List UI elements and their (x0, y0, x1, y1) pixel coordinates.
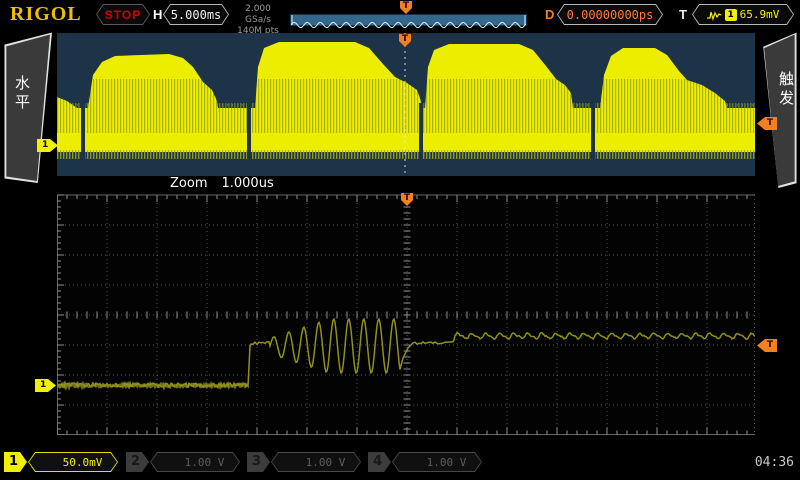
clock: 04:36 (748, 455, 794, 470)
trigger-source-badge: 1 (725, 9, 737, 21)
main-waveform-display: T (57, 33, 755, 176)
horizontal-position-scrollbar[interactable] (290, 14, 527, 26)
oscilloscope-screen: { "brand": "RIGOL", "top_bar": { "status… (0, 0, 800, 480)
channel1-scale-box[interactable]: 50.0mV (28, 452, 118, 472)
tab-trigger-label: 触发 (776, 71, 797, 109)
channel3-scale-box[interactable]: 1.00 V (271, 452, 361, 472)
channel2-badge[interactable]: 2 (126, 452, 149, 472)
run-status-text: STOP (96, 4, 150, 25)
top-status-bar: RIGOL STOP H 5.000ms 2.000 GSa/s 140M pt… (0, 0, 800, 30)
rigol-logo: RIGOL (10, 3, 82, 26)
trigger-level-marker-zoom[interactable]: T (757, 339, 777, 352)
main-waveform-svg (57, 33, 755, 176)
zoom-waveform-svg (57, 192, 755, 435)
zoom-waveform-display: T (57, 192, 755, 435)
channel3-scale-value: 1.00 V (306, 456, 346, 469)
sample-rate: 2.000 GSa/s (231, 4, 285, 26)
zoom-scale: 1.000us (221, 176, 273, 191)
trigger-position-pennant-top[interactable]: T (400, 1, 412, 14)
tab-horizontal-menu[interactable]: 水平 (3, 31, 52, 183)
delay-value: 0.00000000ps (557, 4, 663, 25)
scrollbar-waveform-preview (291, 20, 526, 30)
trigger-readout[interactable]: 1 65.9mV (692, 4, 794, 25)
channel1-badge[interactable]: 1 (4, 452, 27, 472)
delay-readout[interactable]: 0.00000000ps (557, 4, 663, 25)
timebase-value: 5.000ms (163, 4, 229, 25)
channel1-ground-marker-main[interactable]: 1 (37, 139, 58, 152)
channel4-scale-value: 1.00 V (427, 456, 467, 469)
zoom-title: Zoom (170, 176, 207, 191)
channel4-badge[interactable]: 4 (368, 452, 391, 472)
horizontal-label: H (153, 7, 162, 22)
trigger-label: T (679, 7, 687, 22)
channel2-scale-box[interactable]: 1.00 V (150, 452, 240, 472)
channel2-scale-value: 1.00 V (185, 456, 225, 469)
trigger-level-value: 65.9mV (740, 8, 780, 21)
channel1-scale-value: 50.0mV (63, 456, 103, 469)
channel4-scale-box[interactable]: 1.00 V (392, 452, 482, 472)
channel3-badge[interactable]: 3 (247, 452, 270, 472)
run-status-indicator[interactable]: STOP (96, 4, 150, 25)
timebase-readout[interactable]: 5.000ms (163, 4, 229, 25)
delay-label: D (545, 7, 554, 22)
trigger-waveform-icon (707, 9, 722, 21)
channel1-ground-marker-zoom[interactable]: 1 (35, 379, 56, 392)
zoom-label: Zoom 1.000us (170, 176, 274, 191)
tab-trigger-menu[interactable]: 触发 (749, 31, 798, 188)
tab-horizontal-label: 水平 (12, 75, 33, 113)
